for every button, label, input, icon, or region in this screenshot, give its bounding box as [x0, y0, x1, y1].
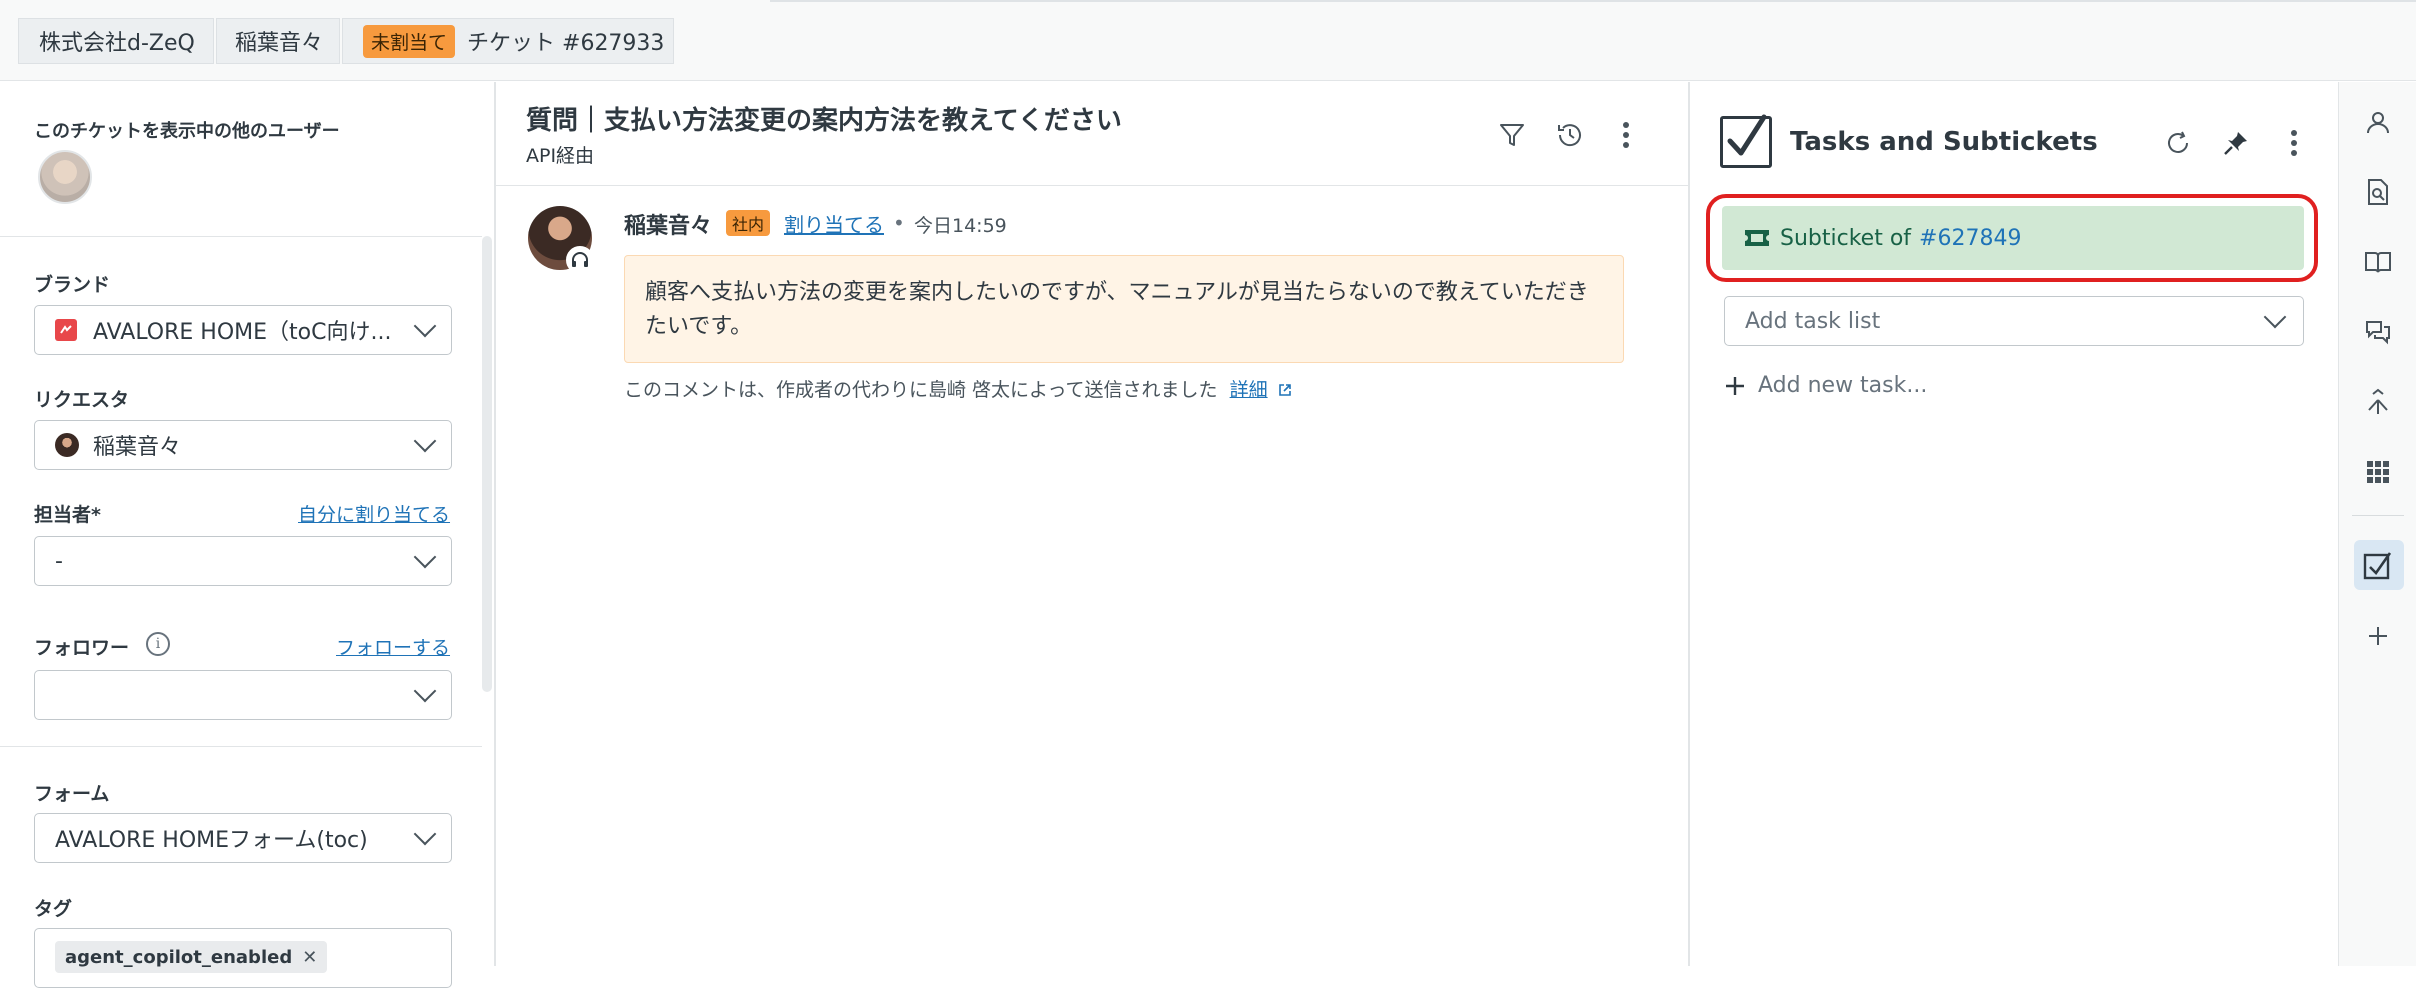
user-icon[interactable]: [2358, 102, 2398, 142]
assignee-value: -: [55, 548, 63, 574]
plus-icon: [1724, 375, 1746, 397]
left-panel-divider: [494, 82, 496, 966]
breadcrumb-requester[interactable]: 稲葉音々: [216, 18, 340, 64]
more-options-icon[interactable]: [1606, 115, 1646, 155]
assign-self-link[interactable]: 自分に割り当てる: [298, 500, 450, 527]
ticket-channel: API経由: [526, 145, 595, 167]
requester-avatar: [55, 433, 79, 457]
message-body: 顧客へ支払い方法の変更を案内したいのですが、マニュアルが見当たらないので教えてい…: [624, 255, 1624, 363]
form-value: AVALORE HOMEフォーム(toc): [55, 828, 368, 853]
form-select[interactable]: AVALORE HOMEフォーム(toc): [34, 813, 452, 863]
separator-dot: •: [893, 211, 905, 235]
ticket-subject[interactable]: 質問｜支払い方法変更の案内方法を教えてください: [526, 100, 1122, 137]
followers-label: フォロワー: [34, 637, 130, 659]
requester-select[interactable]: 稲葉音々: [34, 420, 452, 470]
followers-select[interactable]: [34, 670, 452, 720]
task-list-placeholder: Add task list: [1745, 308, 1881, 334]
message-note: このコメントは、作成者の代わりに島崎 啓太によって送信されました 詳細: [624, 375, 1292, 402]
subticket-banner[interactable]: Subticket of #627849: [1722, 206, 2304, 270]
refresh-icon[interactable]: [2158, 123, 2198, 163]
knowledge-search-icon[interactable]: [2358, 172, 2398, 212]
chevron-down-icon: [413, 314, 437, 338]
parent-ticket-link[interactable]: #627849: [1919, 226, 2021, 251]
form-label: フォーム: [34, 783, 110, 805]
ticket-icon: [1744, 229, 1770, 247]
assign-link[interactable]: 割り当てる: [784, 209, 884, 238]
assignee-select[interactable]: -: [34, 536, 452, 586]
brand-icon: [55, 319, 77, 341]
viewers-separator: [0, 236, 482, 237]
brand-select[interactable]: AVALORE HOME（toC向け...: [34, 305, 452, 355]
task-list-select[interactable]: Add task list: [1724, 296, 2304, 346]
breadcrumb-company[interactable]: 株式会社d-ZeQ: [18, 18, 214, 64]
rail-separator: [2352, 515, 2404, 516]
form-separator: [0, 746, 482, 747]
tags-label: タグ: [34, 898, 73, 920]
apps-grid-icon[interactable]: [2358, 452, 2398, 492]
add-task-label: Add new task...: [1758, 373, 1928, 398]
chevron-down-icon: [413, 545, 437, 569]
left-panel-scrollbar[interactable]: [482, 236, 492, 692]
message-author[interactable]: 稲葉音々: [624, 208, 712, 240]
tasks-icon[interactable]: [2358, 545, 2398, 585]
internal-badge: 社内: [726, 210, 771, 236]
topbar-divider: [770, 0, 2416, 2]
tasks-panel-divider: [1688, 82, 1690, 966]
add-app-icon[interactable]: [2358, 616, 2398, 656]
requester-label: リクエスタ: [34, 389, 130, 411]
headset-icon: [566, 246, 594, 274]
app-rail: [2338, 82, 2416, 966]
chevron-down-icon: [413, 429, 437, 453]
follow-link[interactable]: フォローする: [336, 633, 450, 660]
add-task-button[interactable]: Add new task...: [1724, 373, 1927, 398]
conversations-icon[interactable]: [2358, 312, 2398, 352]
brand-label: ブランド: [34, 274, 111, 296]
chevron-down-icon: [2263, 305, 2287, 329]
tasks-app-icon: [1720, 114, 1772, 168]
message-timestamp: 今日14:59: [914, 215, 1007, 237]
filter-icon[interactable]: [1492, 115, 1532, 155]
book-icon[interactable]: [2358, 242, 2398, 282]
assignee-label: 担当者*: [34, 504, 101, 526]
viewer-avatar[interactable]: [38, 150, 92, 204]
breadcrumb-company-label: 株式会社d-ZeQ: [39, 31, 195, 56]
breadcrumb-ticket-label: チケット #627933: [467, 31, 665, 56]
tags-field[interactable]: agent_copilot_enabled ✕: [34, 928, 452, 988]
merge-icon[interactable]: [2358, 382, 2398, 422]
pin-icon[interactable]: [2216, 123, 2256, 163]
chevron-down-icon: [413, 822, 437, 846]
status-badge: 未割当て: [363, 24, 456, 58]
tasks-panel-title: Tasks and Subtickets: [1790, 127, 2098, 157]
external-link-icon[interactable]: [1278, 380, 1292, 402]
internal-badge-label: 社内: [732, 215, 765, 234]
viewers-label: このチケットを表示中の他のユーザー: [34, 121, 340, 142]
more-options-icon[interactable]: [2274, 123, 2314, 163]
remove-tag-icon[interactable]: ✕: [302, 947, 317, 968]
chevron-down-icon: [413, 679, 437, 703]
detail-link[interactable]: 詳細: [1230, 379, 1268, 401]
subticket-prefix: Subticket of: [1780, 225, 1912, 251]
conversation-header-divider: [496, 185, 1688, 186]
tag-chip: agent_copilot_enabled ✕: [55, 941, 328, 973]
history-icon[interactable]: [1550, 115, 1590, 155]
tag-chip-label: agent_copilot_enabled: [65, 946, 293, 968]
requester-value: 稲葉音々: [93, 435, 182, 460]
breadcrumb-requester-label: 稲葉音々: [235, 31, 324, 56]
message-note-text: このコメントは、作成者の代わりに島崎 啓太によって送信されました: [624, 379, 1218, 401]
brand-value: AVALORE HOME（toC向け...: [93, 320, 392, 345]
info-icon[interactable]: i: [146, 632, 170, 656]
breadcrumb-ticket[interactable]: 未割当て チケット #627933: [342, 18, 674, 64]
message-body-text: 顧客へ支払い方法の変更を案内したいのですが、マニュアルが見当たらないので教えてい…: [645, 280, 1589, 339]
